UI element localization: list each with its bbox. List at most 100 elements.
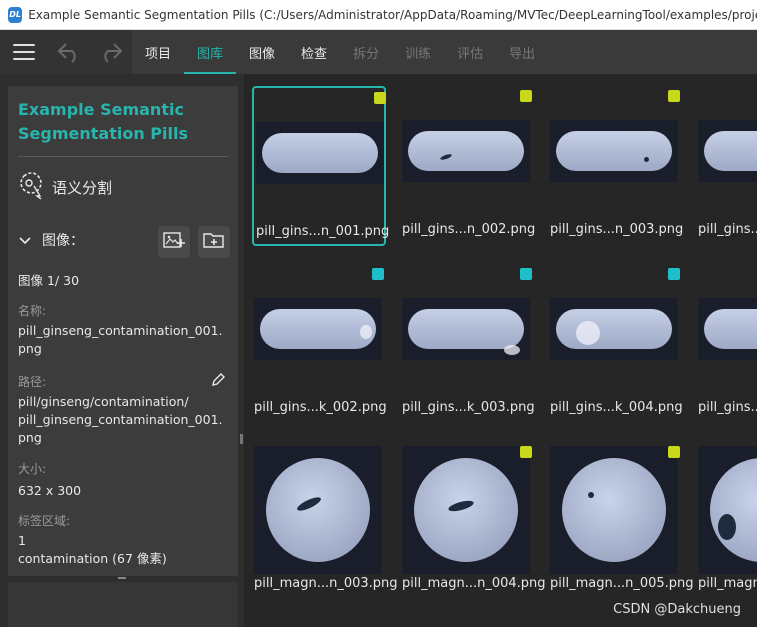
add-folder-button[interactable] (198, 226, 230, 258)
gallery-tile[interactable]: pill_gins...k_004.png (548, 264, 683, 424)
add-folder-icon (202, 230, 226, 254)
image-thumbnail (254, 446, 382, 574)
image-thumbnail (402, 446, 530, 574)
tab-1[interactable]: 图库 (184, 30, 237, 74)
regions-count: 1 (18, 533, 26, 548)
label-status-badge (374, 92, 386, 104)
image-thumbnail (256, 122, 384, 184)
gallery-tile[interactable]: pill_magn...n_005.png (548, 442, 694, 602)
tab-2[interactable]: 图像 (236, 30, 288, 74)
pill-shape (556, 131, 672, 171)
defect-mark (718, 514, 736, 540)
pill-shape (408, 309, 524, 355)
panel-resize-handle[interactable] (118, 577, 126, 579)
regions-label: 标签区域: (18, 514, 71, 528)
gallery-tile[interactable]: pill_gins...k_003.png (400, 264, 535, 424)
gallery-tile[interactable]: pill_magn...n_004.png (400, 442, 546, 602)
label-status-badge (668, 268, 680, 280)
undo-icon[interactable] (55, 38, 83, 66)
window-titlebar: DL Example Semantic Segmentation Pills (… (0, 0, 757, 30)
gallery-tile[interactable]: pill_gins... (696, 264, 757, 424)
defect-mark (644, 157, 649, 162)
window-title: Example Semantic Segmentation Pills (C:/… (28, 7, 757, 22)
disc-shape (414, 458, 518, 562)
gallery-tile[interactable]: pill_magn...n_003.png (252, 442, 398, 602)
pill-shape (262, 133, 378, 173)
project-name: Example Semantic Segmentation Pills (18, 100, 188, 143)
menu-icon[interactable] (13, 44, 35, 60)
redo-icon[interactable] (97, 38, 125, 66)
label-status-badge (520, 90, 532, 102)
sidebar: Example Semantic Segmentation Pills 语义分割… (0, 74, 244, 627)
tab-6: 评估 (457, 46, 484, 62)
tile-filename: pill_magn...n_005.png (550, 576, 694, 591)
tile-filename: pill_gins...n_001.png (256, 224, 390, 239)
disc-shape (562, 458, 666, 562)
tab-0[interactable]: 项目 (132, 30, 184, 74)
defect-mark (504, 345, 520, 355)
disc-shape (710, 458, 757, 562)
tile-filename: pill_gins...k_004.png (550, 400, 683, 415)
gallery-tile[interactable]: pill_gins...n_003.png (548, 86, 684, 246)
regions-detail: contamination (67 像素) (18, 551, 167, 566)
pill-shape (704, 131, 757, 171)
tile-filename: pill_gins... (698, 400, 757, 415)
image-thumbnail (550, 120, 678, 182)
lower-panel (8, 582, 238, 627)
image-info-panel: 图像： 图像 1/ 30 名称: pill_ginseng_contaminat… (8, 218, 238, 576)
gallery-tile[interactable]: pill_gins... (696, 86, 757, 246)
nav-tabs: 项目 图库 图像 检查 拆分 训练 评估 导出 (132, 30, 548, 74)
image-thumbnail (402, 298, 530, 360)
image-panel-header[interactable]: 图像： (18, 230, 84, 250)
label-status-badge (520, 268, 532, 280)
defect-mark (295, 494, 323, 514)
name-label: 名称: (18, 304, 47, 318)
pill-shape (556, 309, 672, 349)
tab-4: 拆分 (353, 46, 380, 62)
image-thumbnail (402, 120, 530, 182)
method-row: 语义分割 (18, 170, 112, 204)
label-status-badge (372, 268, 384, 280)
size-label: 大小: (18, 462, 47, 476)
tile-filename: pill_magn...n_004.png (402, 576, 546, 591)
pill-shape (704, 309, 757, 349)
tile-filename: pill_gins...n_002.png (402, 222, 536, 237)
path-label: 路径: (18, 375, 47, 389)
method-label: 语义分割 (52, 178, 113, 197)
main-toolbar: 项目 图库 图像 检查 拆分 训练 评估 导出 (0, 30, 757, 74)
image-thumbnail (698, 446, 757, 574)
defect-mark (447, 498, 475, 514)
image-panel-title: 图像： (42, 233, 84, 249)
chevron-down-icon[interactable] (18, 231, 32, 250)
add-image-button[interactable] (158, 226, 190, 258)
tile-filename: pill_gins...k_003.png (402, 400, 535, 415)
edit-path-icon[interactable] (210, 372, 226, 392)
gallery-tile[interactable]: pill_magn (696, 442, 757, 602)
tile-filename: pill_gins... (698, 222, 757, 237)
label-status-badge (668, 90, 680, 102)
image-thumbnail (550, 446, 678, 574)
gallery-tile[interactable]: pill_gins...n_002.png (400, 86, 536, 246)
tile-filename: pill_gins...n_003.png (550, 222, 684, 237)
tile-filename: pill_gins...k_002.png (254, 400, 387, 415)
app-logo-icon: DL (8, 6, 23, 23)
tab-3[interactable]: 检查 (288, 30, 340, 74)
image-thumbnail (550, 298, 678, 360)
defect-mark (576, 321, 600, 345)
size-value: 632 x 300 (18, 483, 82, 498)
label-status-badge (668, 446, 680, 458)
tab-5: 训练 (405, 46, 432, 62)
tile-filename: pill_magn (698, 576, 757, 591)
pill-shape (408, 131, 524, 171)
gallery-tile[interactable]: pill_gins...n_001.png (252, 86, 390, 246)
defect-mark (588, 492, 594, 498)
defect-mark (360, 325, 372, 339)
image-gallery: CSDN @Dakchueng pill_gins...n_001.png pil… (244, 74, 757, 627)
divider (18, 156, 228, 157)
sidebar-resize-handle[interactable] (240, 434, 243, 444)
segmentation-icon (18, 170, 46, 204)
gallery-tile[interactable]: pill_gins...k_002.png (252, 264, 387, 424)
label-status-badge (520, 446, 532, 458)
image-counter: 图像 1/ 30 (18, 273, 80, 288)
image-thumbnail (698, 298, 757, 360)
